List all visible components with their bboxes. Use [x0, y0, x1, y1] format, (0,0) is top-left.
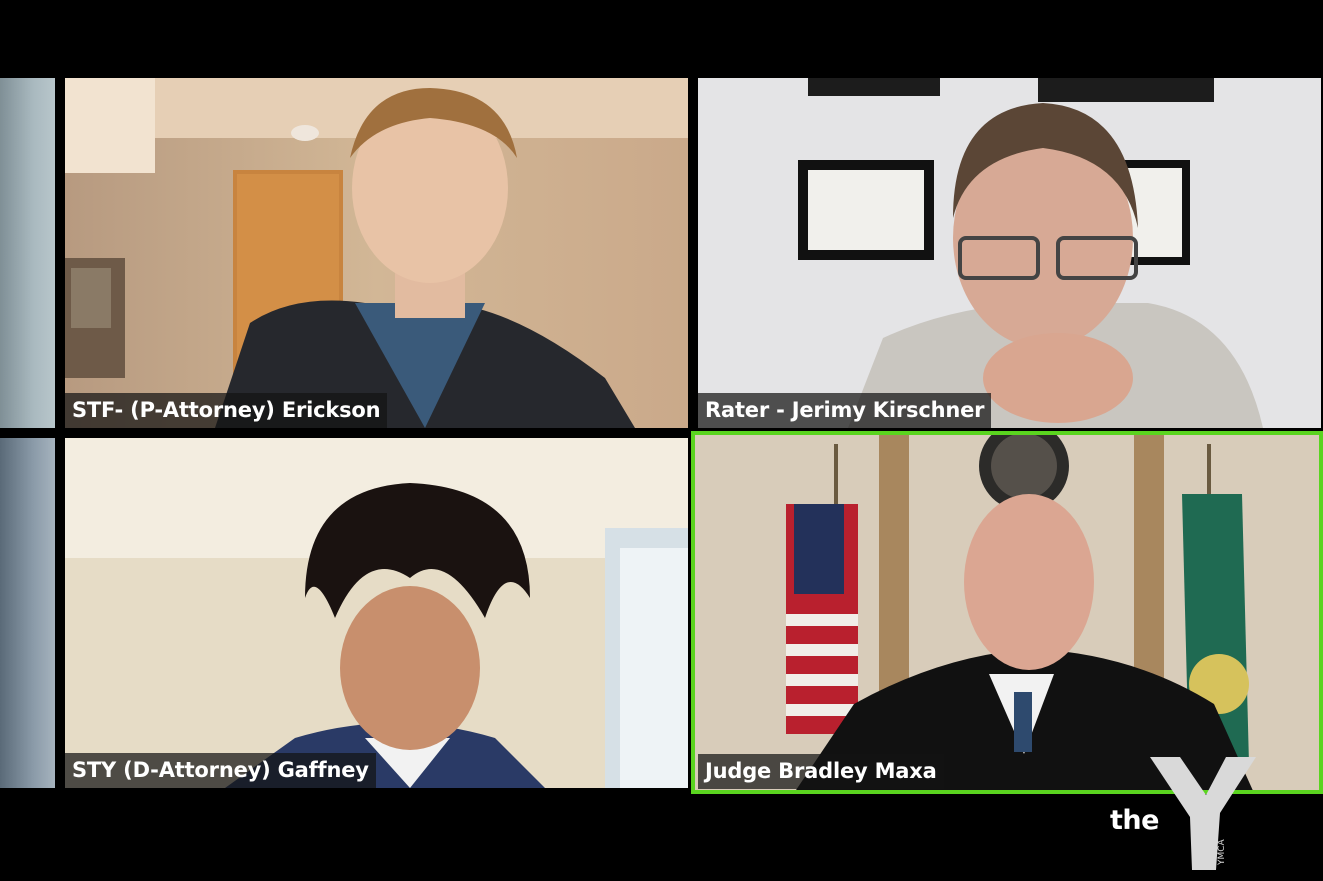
participant-name-label: Judge Bradley Maxa [698, 754, 944, 789]
participant-name-label: Rater - Jerimy Kirschner [698, 393, 992, 428]
video-tile-gaffney[interactable]: STY (D-Attorney) Gaffney [65, 438, 688, 788]
video-feed-maxa [694, 434, 1323, 793]
video-feed-gaffney [65, 438, 688, 788]
participant-name-label: STF- (P-Attorney) Erickson [65, 393, 388, 428]
participant-name-label: STY (D-Attorney) Gaffney [65, 753, 376, 788]
video-tile-erickson[interactable]: STF- (P-Attorney) Erickson [65, 78, 688, 428]
video-feed-erickson [65, 78, 688, 428]
partial-video-tile-left-top[interactable] [0, 78, 55, 428]
video-tile-kirschner[interactable]: Rater - Jerimy Kirschner [698, 78, 1321, 428]
video-feed-kirschner [698, 78, 1321, 428]
video-tile-maxa[interactable]: Judge Bradley Maxa [694, 434, 1323, 793]
ymca-logo-icon: YMCA [1150, 757, 1256, 870]
partial-video-tile-left-bottom[interactable] [0, 438, 55, 788]
ymca-logo-subtext: YMCA [1217, 838, 1227, 866]
